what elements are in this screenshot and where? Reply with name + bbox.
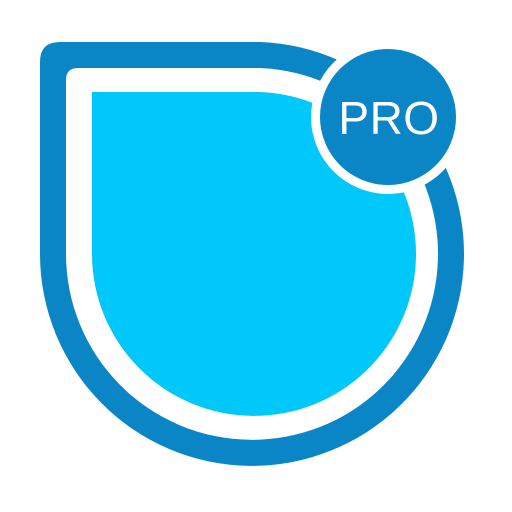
pro-badge-label: PRO xyxy=(338,92,439,144)
shield-droplet-icon: PRO xyxy=(40,40,465,466)
app-icon: PRO xyxy=(0,0,512,512)
